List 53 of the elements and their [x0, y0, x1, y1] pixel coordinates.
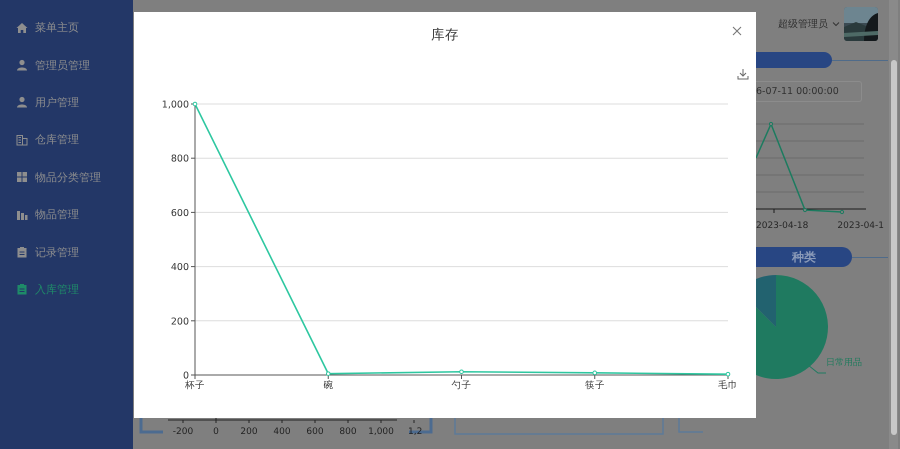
axis-label: -200	[172, 427, 194, 437]
sidebar-item[interactable]: 用户管理	[0, 84, 133, 122]
clipboard-icon	[16, 283, 28, 296]
grid-icon	[16, 171, 28, 184]
download-icon	[737, 68, 749, 80]
axis-label: 碗	[323, 380, 334, 391]
axis-label: 400	[170, 262, 189, 274]
section-header: 种类	[756, 247, 852, 267]
scrollbar[interactable]	[889, 0, 898, 449]
building-icon	[16, 134, 28, 146]
sidebar-item[interactable]: 物品管理	[0, 196, 133, 234]
data-point	[326, 371, 331, 376]
leader-line	[808, 364, 826, 374]
caret-icon	[832, 21, 840, 27]
axis-label: 800	[339, 427, 357, 437]
dialog-title: 库存	[431, 26, 459, 44]
axis-label: 2023-04-1	[837, 221, 884, 231]
sidebar-item[interactable]: 记录管理	[0, 233, 133, 271]
bar-chart-icon	[16, 208, 28, 221]
axis-label: 2023-04-18	[756, 221, 808, 231]
axis-label: 毛巾	[718, 380, 738, 391]
axis-label: 600	[170, 208, 189, 219]
sidebar-item[interactable]: 管理员管理	[0, 46, 133, 84]
data-point	[726, 372, 730, 376]
date-field[interactable]: 6-07-11 00:00:00	[756, 81, 862, 102]
person-icon	[16, 59, 28, 72]
sidebar-item[interactable]: 入库管理	[0, 270, 133, 308]
axis-label: 1,2	[408, 427, 422, 437]
axis-label: 杯子	[185, 380, 205, 391]
axis-label: 勺子	[452, 380, 472, 391]
axis-label: 200	[240, 427, 258, 437]
axis-label: 1,000	[162, 100, 189, 110]
axis-label: 800	[170, 154, 189, 165]
person-icon	[16, 96, 28, 108]
axis-label: 200	[170, 316, 189, 328]
data-point	[592, 370, 598, 376]
user-name[interactable]: 超级管理员	[778, 17, 828, 31]
chart-label: 日常用品	[826, 356, 862, 369]
sidebar-item[interactable]: 菜单主页	[0, 9, 133, 46]
scroll-thumb[interactable]	[890, 60, 896, 435]
house-icon	[16, 22, 28, 34]
axis-label: 0	[213, 427, 219, 437]
axis-label: 400	[273, 427, 291, 437]
axis-label: 1,000	[368, 427, 394, 437]
sidebar-item[interactable]: 物品分类管理	[0, 158, 133, 196]
axis-label: 600	[306, 427, 324, 437]
axis-label: 筷子	[584, 380, 605, 391]
close-button[interactable]	[730, 24, 744, 38]
data-point	[459, 369, 464, 374]
sidebar-item[interactable]: 仓库管理	[0, 121, 133, 159]
clipboard-icon	[16, 246, 28, 258]
data-point	[192, 102, 198, 106]
axis-label: 0	[182, 370, 189, 382]
